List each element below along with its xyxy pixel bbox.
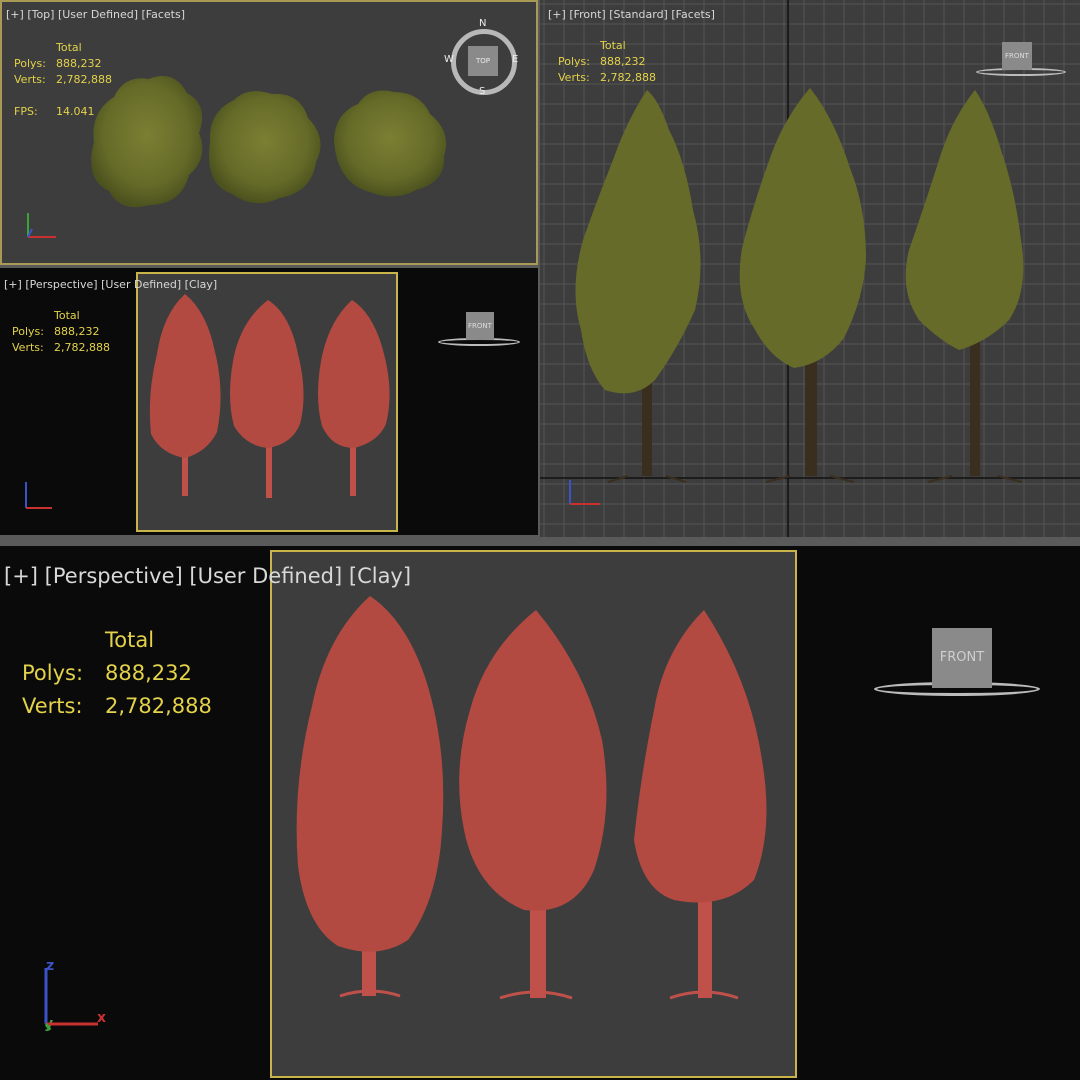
viewport-shading[interactable]: [Facets] <box>142 8 186 21</box>
stats-polys-label: Polys: <box>558 55 590 68</box>
viewport-point-of-view[interactable]: [Perspective] <box>25 278 97 291</box>
stats-polys-value: 888,232 <box>56 57 102 70</box>
viewcube-front[interactable]: FRONT <box>438 308 522 348</box>
clay-tree-large-3 <box>634 610 767 1000</box>
statistics-panel: Total Polys: 888,232 Verts: 2,782,888 FPS:… <box>14 40 112 120</box>
viewport-front[interactable]: [+] [Front] [Standard] [Facets] Total Po… <box>540 0 1080 537</box>
stats-verts-value: 2,782,888 <box>56 73 112 86</box>
viewport-perspective-small[interactable]: [+] [Perspective] [User Defined] [Clay] … <box>0 268 538 535</box>
stats-verts-label: Verts: <box>12 341 44 354</box>
compass-west: W <box>444 54 454 65</box>
tree-front-1 <box>575 90 701 483</box>
statistics-panel: Total Polys: 888,232 Verts: 2,782,888 <box>558 38 656 86</box>
stats-verts-value: 2,782,888 <box>54 341 110 354</box>
viewport-menu-plus[interactable]: [+] <box>548 8 566 21</box>
stats-polys-value: 888,232 <box>54 325 100 338</box>
stats-fps-value: 14.041 <box>56 105 95 118</box>
view-compass[interactable]: TOP N S E W <box>444 18 520 98</box>
viewcube-face-front[interactable]: FRONT <box>932 628 992 688</box>
viewport-point-of-view[interactable]: [Top] <box>27 8 54 21</box>
axis-tripod-icon <box>27 213 56 238</box>
stats-total-heading: Total <box>54 309 80 322</box>
clay-tree-large-2 <box>459 610 607 1000</box>
clay-tree-small-3 <box>318 300 390 496</box>
stats-verts-label: Verts: <box>22 694 83 718</box>
viewport-perspective-large-label[interactable]: [+] [Perspective] [User Defined] [Clay] <box>4 564 411 588</box>
viewport-point-of-view[interactable]: [Perspective] <box>45 564 183 588</box>
tree-front-3 <box>905 90 1024 483</box>
viewport-lighting[interactable]: [Standard] <box>609 8 668 21</box>
clay-tree-large-1 <box>296 596 444 998</box>
tree-canopy-top-2 <box>208 91 321 204</box>
viewport-lighting[interactable]: [User Defined] <box>58 8 138 21</box>
viewcube-front[interactable]: FRONT <box>874 624 1044 704</box>
stats-polys-label: Polys: <box>22 661 84 685</box>
viewport-top[interactable]: [+] [Top] [User Defined] [Facets] Total … <box>0 0 538 265</box>
axis-tripod-icon <box>25 482 52 509</box>
stats-total-heading: Total <box>56 41 82 54</box>
stats-verts-value: 2,782,888 <box>600 71 656 84</box>
viewport-menu-plus[interactable]: [+] <box>6 8 24 21</box>
viewport-lighting[interactable]: [User Defined] <box>189 564 342 588</box>
viewport-point-of-view[interactable]: [Front] <box>569 8 605 21</box>
axis-tripod-icon <box>44 968 98 1031</box>
tree-canopy-top-3 <box>334 90 447 197</box>
viewport-menu-plus[interactable]: [+] <box>4 564 38 588</box>
stats-polys-label: Polys: <box>14 57 46 70</box>
statistics-panel: Total Polys: 888,232 Verts: 2,782,888 <box>22 624 212 723</box>
viewcube-top[interactable]: TOP <box>468 46 498 76</box>
statistics-panel: Total Polys: 888,232 Verts: 2,782,888 <box>12 308 110 356</box>
clay-tree-small-2 <box>230 300 304 498</box>
stats-total-heading: Total <box>105 628 155 652</box>
stats-verts-label: Verts: <box>558 71 590 84</box>
stats-fps-label: FPS: <box>14 105 38 118</box>
viewport-top-label[interactable]: [+] [Top] [User Defined] [Facets] <box>6 8 185 21</box>
viewcube-face-front[interactable]: FRONT <box>466 312 494 340</box>
compass-east: E <box>512 54 519 65</box>
viewcube-face-front[interactable]: FRONT <box>1002 42 1032 70</box>
stats-polys-label: Polys: <box>12 325 44 338</box>
stats-total-heading: Total <box>600 39 626 52</box>
viewport-lighting[interactable]: [User Defined] <box>101 278 181 291</box>
stats-verts-label: Verts: <box>14 73 46 86</box>
stats-polys-value: 888,232 <box>105 661 192 685</box>
viewport-shading[interactable]: [Clay] <box>185 278 218 291</box>
tree-front-2 <box>739 88 866 483</box>
clay-tree-small-1 <box>149 294 221 496</box>
viewport-front-label[interactable]: [+] [Front] [Standard] [Facets] <box>548 8 715 21</box>
stats-verts-value: 2,782,888 <box>105 694 212 718</box>
viewport-shading[interactable]: [Clay] <box>349 564 411 588</box>
stats-polys-value: 888,232 <box>600 55 646 68</box>
viewport-perspective-small-label[interactable]: [+] [Perspective] [User Defined] [Clay] <box>4 278 217 291</box>
compass-south: S <box>479 86 486 97</box>
viewport-shading[interactable]: [Facets] <box>671 8 715 21</box>
compass-north: N <box>479 18 487 29</box>
axis-tripod-icon <box>569 480 600 505</box>
viewport-perspective-large[interactable]: [+] [Perspective] [User Defined] [Clay] … <box>0 546 1080 1080</box>
viewcube-front[interactable]: FRONT <box>976 40 1066 80</box>
viewport-menu-plus[interactable]: [+] <box>4 278 22 291</box>
